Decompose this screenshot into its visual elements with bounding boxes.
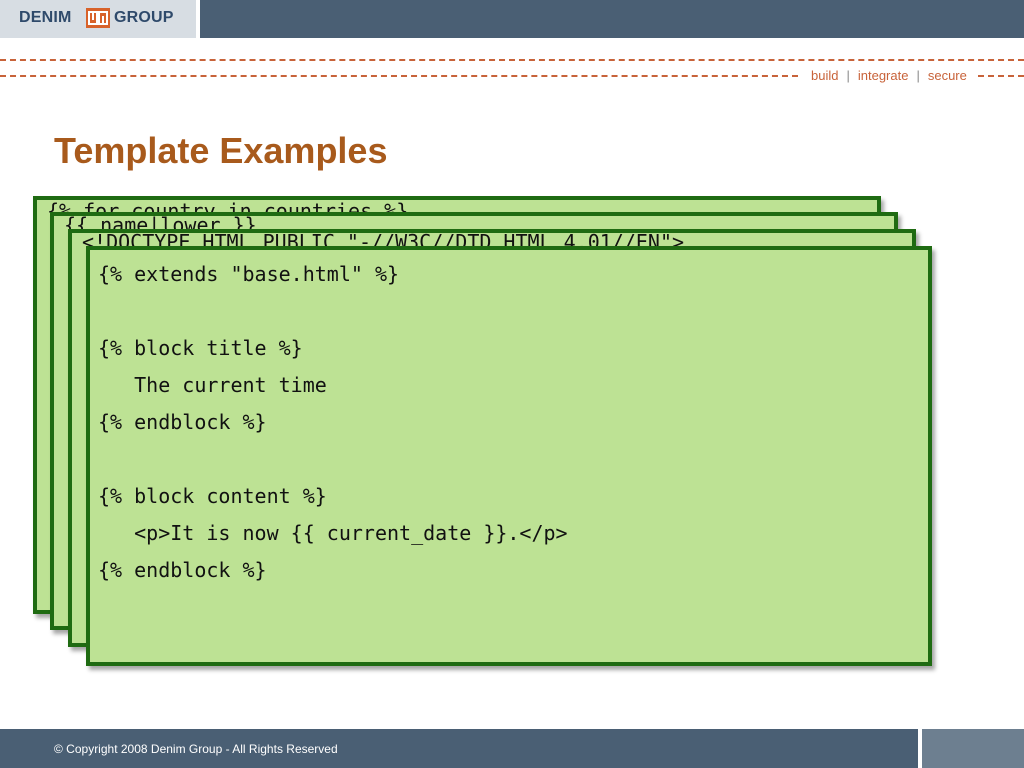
tagline: build | integrate | secure xyxy=(811,68,967,83)
tagline-secure: secure xyxy=(927,68,967,83)
tagline-separator: | xyxy=(916,68,920,83)
tagline-build: build xyxy=(811,68,839,83)
copyright-text: © Copyright 2008 Denim Group - All Right… xyxy=(54,742,338,756)
slide-header: DENIM GROUP xyxy=(0,0,1024,38)
denim-group-logo-icon xyxy=(86,8,110,28)
logo: DENIM GROUP xyxy=(0,0,196,38)
footer-box xyxy=(922,729,1024,768)
tagline-separator: | xyxy=(846,68,850,83)
logo-text-group: GROUP xyxy=(114,9,174,26)
tagline-integrate: integrate xyxy=(857,68,909,83)
code-text: {% extends "base.html" %} {% block title… xyxy=(98,262,568,582)
slide-footer: © Copyright 2008 Denim Group - All Right… xyxy=(0,729,1024,768)
logo-text-denim: DENIM xyxy=(19,9,72,26)
dashed-divider-tail xyxy=(978,75,1024,77)
code-card-extends: {% extends "base.html" %} {% block title… xyxy=(86,246,932,666)
slide-title: Template Examples xyxy=(54,130,388,171)
dashed-divider-top xyxy=(0,59,1024,61)
dashed-divider-bottom xyxy=(0,75,798,77)
footer-bar: © Copyright 2008 Denim Group - All Right… xyxy=(0,729,918,768)
header-bar xyxy=(200,0,1024,38)
